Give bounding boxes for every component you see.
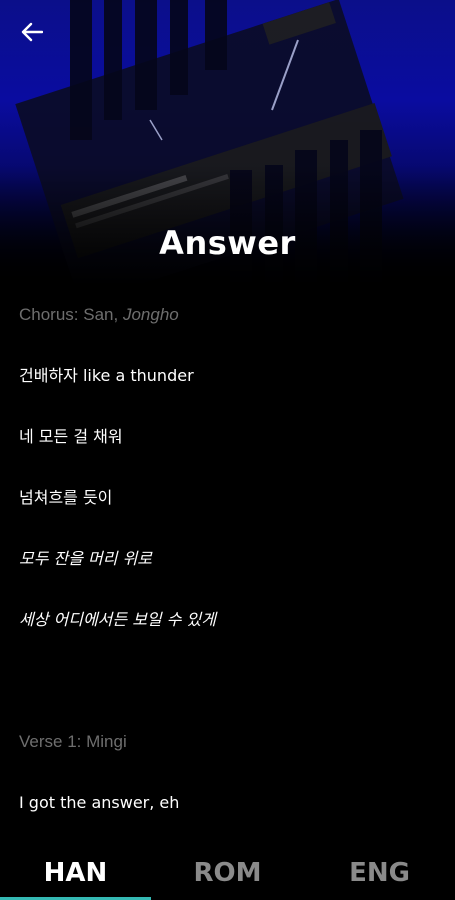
arrow-left-icon	[21, 22, 43, 42]
tab-eng[interactable]: ENG	[304, 845, 455, 900]
lyric-line: 모두 잔을 머리 위로	[19, 549, 153, 568]
language-tab-bar: HAN ROM ENG	[0, 845, 455, 900]
section-label-text: Chorus: San,	[19, 305, 123, 324]
tab-rom[interactable]: ROM	[152, 845, 303, 900]
lyric-line: I got the answer, eh	[19, 793, 180, 812]
section-label-chorus: Chorus: San, Jongho	[19, 300, 439, 330]
back-button[interactable]	[14, 16, 50, 48]
song-title: Answer	[159, 224, 296, 262]
lyric-line: 세상 어디에서든 보일 수 있게	[19, 610, 216, 629]
section-label-verse: Verse 1: Mingi	[19, 732, 127, 751]
lyrics-panel: Chorus: San, Jongho 건배하자 like a thunder …	[19, 300, 439, 830]
section-label-italic: Jongho	[122, 305, 179, 324]
tab-han[interactable]: HAN	[0, 845, 151, 900]
lyric-line: 넘쳐흐를 듯이	[19, 488, 113, 507]
lyric-line: 네 모든 걸 채워	[19, 427, 123, 446]
lyric-line: 건배하자 like a thunder	[19, 366, 194, 385]
